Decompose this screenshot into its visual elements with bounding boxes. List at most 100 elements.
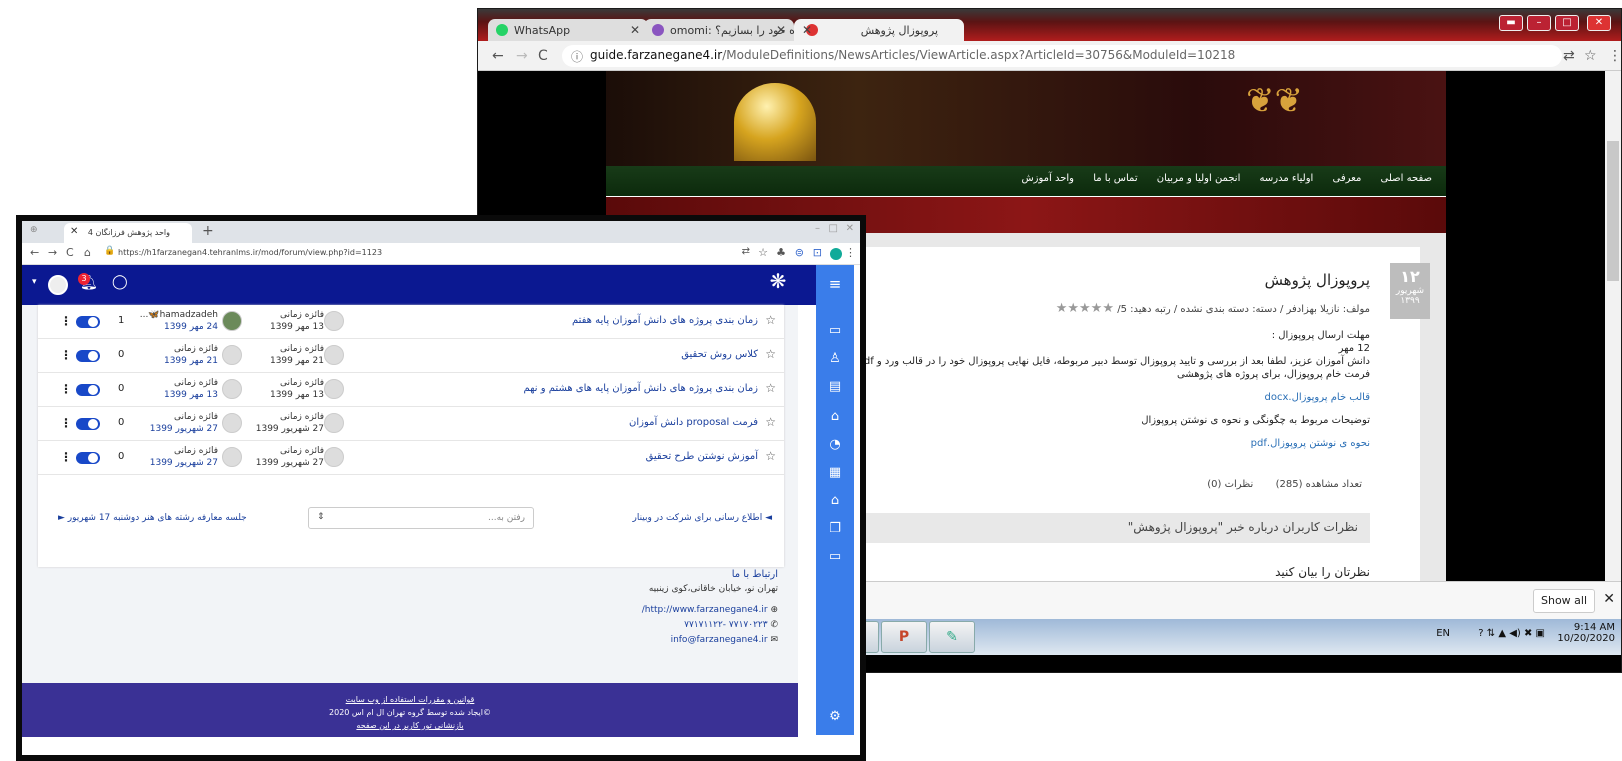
paint-taskbar-icon[interactable]: ✎ (929, 621, 975, 653)
star-icon[interactable]: ☆ (765, 415, 776, 429)
last-post-date[interactable]: 21 مهر 1399 (164, 355, 218, 367)
menu-dots-icon[interactable]: ⋮ (845, 246, 856, 259)
show-all-button[interactable]: Show all (1533, 589, 1595, 613)
back-arrow-icon[interactable]: ← (492, 48, 504, 64)
url-input[interactable]: https://h1farzanegan4.tehranlms.ir/mod/f… (118, 248, 382, 257)
subscribe-toggle[interactable] (76, 350, 100, 362)
language-indicator[interactable]: EN (1436, 628, 1450, 639)
avatar[interactable] (48, 275, 68, 295)
translate-icon[interactable]: ⇄ (742, 246, 750, 257)
kebab-menu-icon[interactable]: ⋮ (60, 348, 72, 362)
reload-icon[interactable]: C (538, 48, 548, 64)
discussion-topic-link[interactable]: زمان بندی پروژه های دانش آموزان پایه های… (524, 383, 758, 394)
menu-item-contact[interactable]: تماس با ما (1093, 173, 1137, 184)
last-post-date[interactable]: 13 مهر 1399 (164, 389, 218, 401)
bookmark-star-icon[interactable]: ☆ (1584, 48, 1597, 64)
kebab-menu-icon[interactable]: ⋮ (60, 450, 72, 464)
tab-forum[interactable]: واحد پژوهش فرزانگان 4 ✕ (64, 223, 192, 243)
website-link[interactable]: http://www.farzanegane4.ir/ (642, 605, 768, 615)
hamburger-icon[interactable]: ≡ (826, 275, 844, 293)
date-year: ۱۳۹۹ (1400, 296, 1420, 306)
discussion-topic-link[interactable]: فرمت proposal دانش آموزان (629, 417, 758, 428)
powerpoint-taskbar-icon[interactable]: P (881, 621, 927, 653)
back-arrow-icon[interactable]: ← (30, 246, 39, 259)
tab-proposal[interactable]: پروپوزال پژوهش ✕ (794, 19, 964, 41)
copy-icon[interactable]: ❐ (826, 521, 844, 536)
menu-item-home[interactable]: صفحه اصلی (1381, 173, 1432, 184)
menu-item-about[interactable]: معرفی (1333, 173, 1362, 184)
tab-omomi[interactable]: omomi: ه خود را بسازیم؟ ✕ (644, 19, 794, 41)
close-icon[interactable]: ✕ (802, 23, 812, 37)
star-icon[interactable]: ☆ (765, 449, 776, 463)
calendar-icon[interactable]: ▦ (826, 465, 844, 480)
graduation-cap-icon[interactable]: ⌂ (826, 493, 844, 508)
kebab-menu-icon[interactable]: ⋮ (60, 382, 72, 396)
minimize-icon[interactable]: – (815, 223, 820, 234)
rating-stars[interactable]: ★★★★★ (1056, 301, 1115, 316)
close-icon[interactable]: ✕ (70, 226, 78, 237)
scroll-thumb[interactable] (1607, 141, 1619, 281)
last-post-date[interactable]: 27 شهریور 1399 (150, 457, 218, 469)
menu-item-parents[interactable]: اولیاء مدرسه (1260, 173, 1314, 184)
terms-link[interactable]: قوانین و مقررات استفاده از وب سایت (346, 695, 475, 704)
minimize-icon[interactable]: – (1527, 15, 1551, 31)
star-icon[interactable]: ☆ (765, 347, 776, 361)
last-post-date[interactable]: 27 شهریور 1399 (150, 423, 218, 435)
home-icon[interactable]: ⌂ (84, 246, 91, 259)
page-scrollbar[interactable] (1605, 71, 1621, 581)
extension-icon[interactable]: ⊡ (813, 246, 822, 259)
subscribe-toggle[interactable] (76, 452, 100, 464)
profile-icon[interactable] (830, 248, 842, 260)
jump-to-select[interactable]: رفتن به... ⇕ (308, 507, 534, 529)
discussion-topic-link[interactable]: زمان بندی پروژه های دانش آموزان پایه هفت… (572, 315, 758, 326)
users-icon[interactable]: ♙ (826, 351, 844, 366)
tab-whatsapp[interactable]: WhatsApp ✕ (488, 19, 648, 41)
kebab-menu-icon[interactable]: ⋮ (60, 314, 72, 328)
email-link[interactable]: info@farzanegane4.ir (671, 635, 768, 645)
next-activity-link[interactable]: ◄ اطلاع رسانی برای شرکت در وبینار (633, 513, 773, 523)
folder-icon[interactable]: ▭ (826, 323, 844, 338)
extension-icon[interactable]: ♣ (776, 246, 786, 259)
school-logo[interactable]: ❋ (756, 269, 800, 301)
translate-icon[interactable]: ⇄ (1563, 48, 1575, 64)
window-close-icon[interactable]: ✕ (1587, 15, 1611, 31)
chat-icon[interactable]: ◯ (112, 274, 128, 290)
forward-arrow-icon[interactable]: → (48, 246, 57, 259)
gear-icon[interactable]: ⚙ (826, 709, 844, 724)
reload-icon[interactable]: C (66, 246, 74, 259)
book-icon[interactable]: ▤ (826, 379, 844, 394)
close-icon[interactable]: ✕ (776, 23, 786, 37)
forward-arrow-icon[interactable]: → (516, 48, 528, 64)
discussion-topic-link[interactable]: آموزش نوشتن طرح تحقیق (646, 451, 758, 462)
star-icon[interactable]: ☆ (765, 313, 776, 327)
last-post-date[interactable]: 24 مهر 1399 (140, 321, 218, 333)
maximize-icon[interactable]: □ (829, 223, 838, 234)
subscribe-toggle[interactable] (76, 384, 100, 396)
extension-icon[interactable]: ⊜ (795, 246, 804, 259)
subscribe-toggle[interactable] (76, 316, 100, 328)
subscribe-toggle[interactable] (76, 418, 100, 430)
window-close-icon[interactable]: ✕ (846, 223, 854, 234)
comment-count[interactable]: نظرات (0) (1207, 479, 1253, 490)
new-tab-icon[interactable]: + (202, 223, 214, 239)
window-menu-icon[interactable]: ▬ (1499, 15, 1523, 31)
menu-item-association[interactable]: انجمن اولیا و مربیان (1157, 173, 1241, 184)
close-icon[interactable]: ✕ (1603, 591, 1615, 607)
bookmark-star-icon[interactable]: ☆ (758, 246, 768, 259)
reset-tour-link[interactable]: بازنشانی تور کاربر در این صفحه (356, 721, 463, 730)
menu-item-education[interactable]: واحد آموزش (1021, 173, 1074, 184)
previous-activity-link[interactable]: جلسه معارفه رشته های هنر دوشنبه 17 شهریو… (58, 513, 247, 523)
dashboard-icon[interactable]: ◔ (826, 437, 844, 452)
home-icon[interactable]: ⌂ (826, 409, 844, 424)
menu-dots-icon[interactable]: ⋮ (1608, 48, 1621, 64)
star-icon[interactable]: ☆ (765, 381, 776, 395)
folder-icon[interactable]: ▭ (826, 549, 844, 564)
dropdown-caret-icon[interactable]: ▾ (32, 277, 37, 287)
kebab-menu-icon[interactable]: ⋮ (60, 416, 72, 430)
close-icon[interactable]: ✕ (630, 23, 640, 37)
maximize-icon[interactable]: □ (1555, 15, 1579, 31)
phone-number[interactable]: ۷۷۱۷۰۲۲۳ -۷۷۱۷۱۱۲۲ (684, 620, 767, 630)
discussion-topic-link[interactable]: کلاس روش تحقیق (681, 349, 758, 360)
url-input[interactable]: ⓘ guide.farzanegane4.ir/ModuleDefinition… (562, 45, 1562, 67)
tray-icons[interactable]: ? ⇅ ▲ ◀) ✖ ▣ (1478, 628, 1545, 639)
